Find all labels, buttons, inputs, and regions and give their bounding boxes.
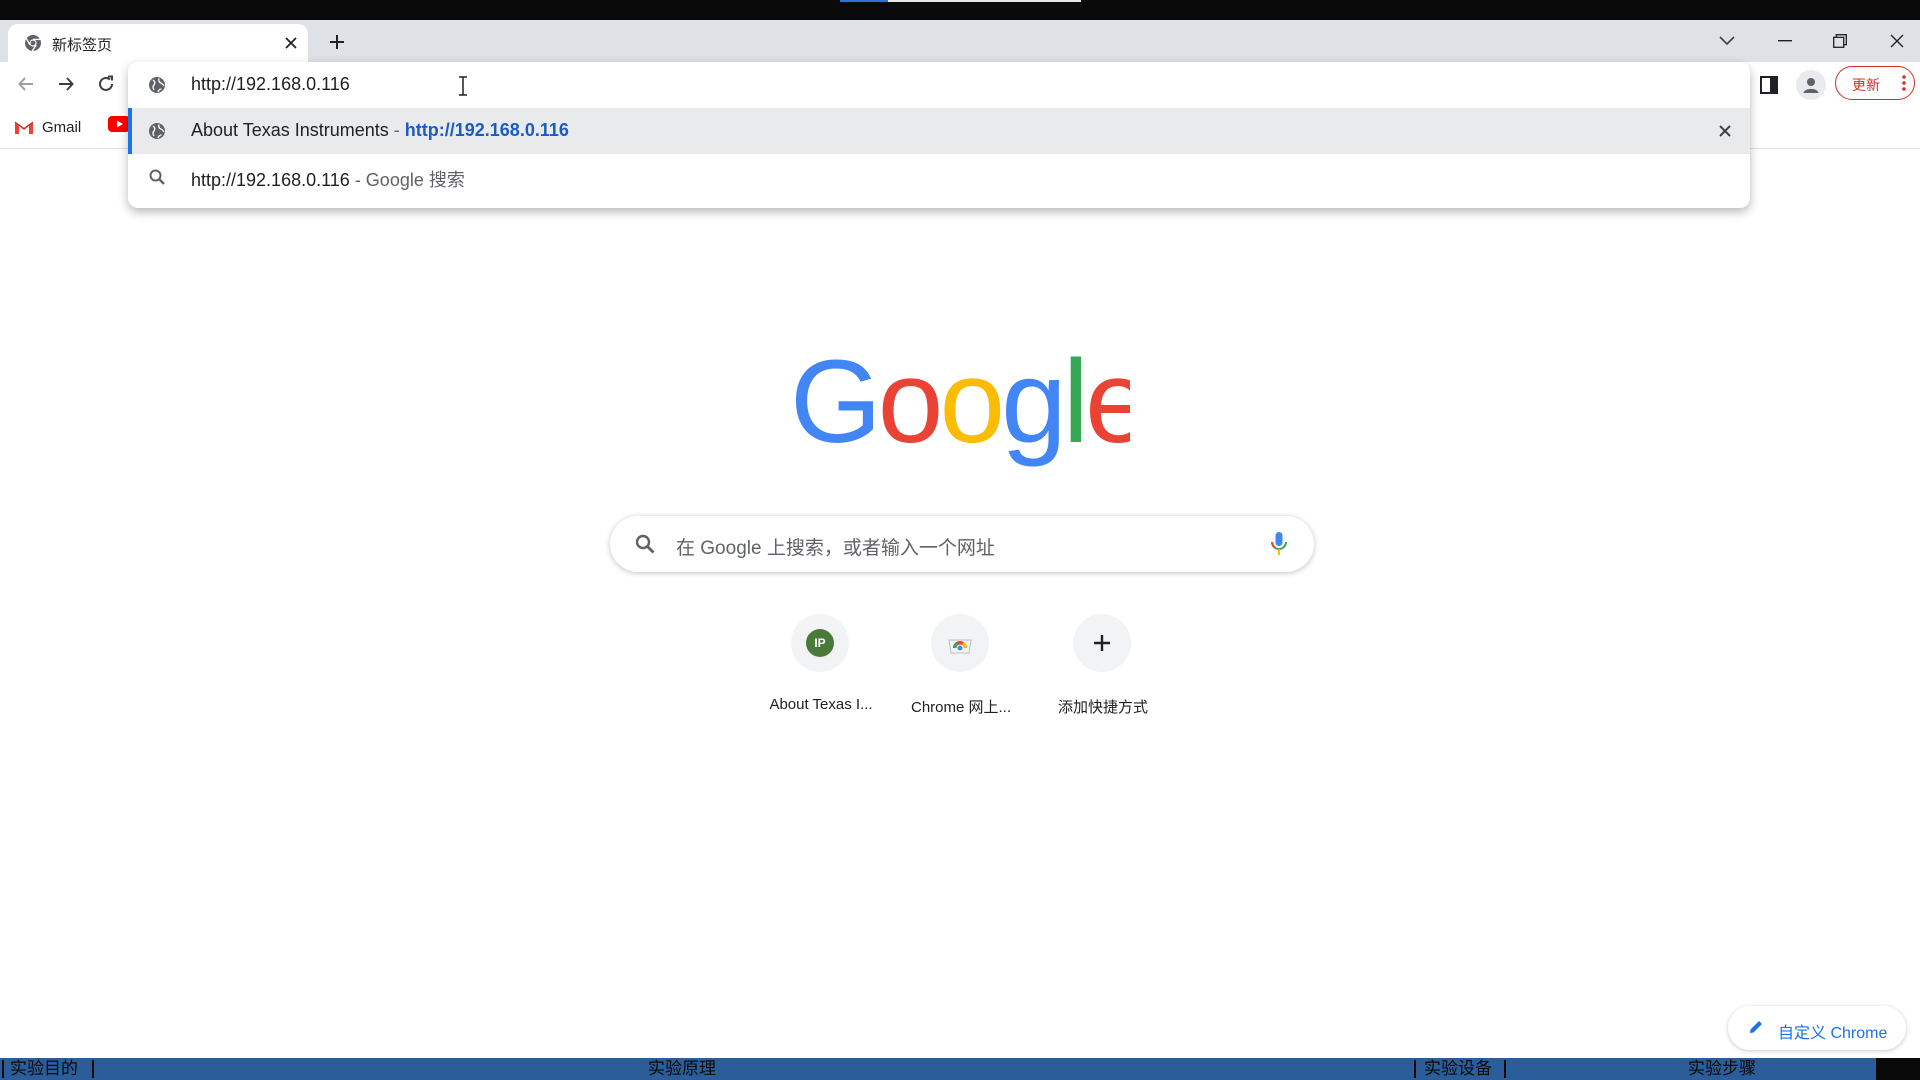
bookmark-gmail[interactable]: Gmail (14, 114, 81, 140)
side-panel-icon[interactable] (1756, 72, 1782, 98)
omnibox-suggestion-search[interactable]: http://192.168.0.116 - Google 搜索 (128, 154, 1750, 200)
omnibox-suggestion-history[interactable]: About Texas Instruments - http://192.168… (128, 108, 1750, 154)
top-strip-highlight (840, 0, 888, 2)
ip-badge-icon: IP (806, 629, 834, 657)
window-close-button[interactable] (1882, 26, 1912, 56)
taskbar-divider (1504, 1060, 1506, 1078)
top-strip-segment (888, 0, 1081, 2)
search-icon (634, 533, 656, 555)
customize-label: 自定义 Chrome (1778, 1025, 1888, 1042)
add-shortcut-tile[interactable]: 添加快捷方式 (1030, 614, 1176, 724)
update-button[interactable]: 更新 (1835, 66, 1915, 100)
chrome-web-store-icon (947, 632, 973, 654)
taskbar-divider (1414, 1060, 1416, 1078)
window-restore-button[interactable] (1825, 26, 1855, 56)
suggestion-title: About Texas Instruments (191, 120, 389, 140)
omnibox-value: http://192.168.0.116 (191, 74, 350, 94)
update-label: 更新 (1852, 77, 1880, 93)
tab-close-icon[interactable] (280, 32, 302, 54)
suggestion-query: http://192.168.0.116 (191, 170, 350, 190)
bookmark-label: Gmail (42, 118, 82, 136)
shortcut-label: About Texas I... (769, 696, 873, 713)
search-placeholder: 在 Google 上搜索，或者输入一个网址 (676, 538, 995, 559)
remove-suggestion-icon[interactable] (1714, 120, 1736, 142)
selected-indicator (128, 108, 132, 154)
kebab-menu-icon[interactable] (1902, 74, 1906, 92)
shortcut-label: Chrome 网上... (910, 699, 1012, 716)
back-button[interactable] (12, 70, 40, 98)
tab-new-tab[interactable]: 新标签页 (8, 24, 308, 62)
window-minimize-button[interactable] (1770, 26, 1800, 56)
suggestion-separator: - (388, 120, 405, 140)
gmail-icon (14, 119, 34, 135)
omnibox-input[interactable]: http://192.168.0.116 (128, 62, 1750, 108)
new-tab-button[interactable] (324, 29, 350, 55)
taskbar-item[interactable]: 实验原理 (648, 1060, 716, 1078)
youtube-icon[interactable] (108, 116, 130, 136)
taskbar-item[interactable]: 实验步骤 (1688, 1060, 1756, 1078)
google-logo: Google (790, 346, 1130, 472)
taskbar-item[interactable]: 实验目的 (10, 1060, 78, 1078)
reload-button[interactable] (92, 70, 120, 98)
shortcut-tile-about-texas[interactable]: IP About Texas I... (748, 614, 894, 724)
text-cursor-icon (458, 76, 468, 96)
bottom-taskbar: 实验目的 实验原理 实验设备 实验步骤 (0, 1058, 1920, 1080)
shortcut-icon-circle (931, 614, 989, 672)
taskbar-divider (2, 1060, 4, 1078)
suggestion-text: About Texas Instruments - http://192.168… (191, 120, 569, 141)
profile-avatar-icon[interactable] (1796, 70, 1826, 100)
globe-icon (148, 122, 166, 140)
shortcut-tile-chrome-web-store[interactable]: Chrome 网上... (888, 614, 1034, 724)
tab-strip: 新标签页 (0, 20, 1920, 62)
shortcut-icon-circle (1073, 614, 1131, 672)
customize-chrome-button[interactable]: 自定义 Chrome (1728, 1006, 1906, 1050)
search-icon (148, 168, 166, 186)
shortcut-label: 添加快捷方式 (1057, 699, 1148, 716)
suggestion-text: http://192.168.0.116 - Google 搜索 (191, 166, 465, 192)
omnibox-dropdown: http://192.168.0.116 About Texas Instrum… (128, 62, 1750, 208)
shortcut-icon-circle: IP (791, 614, 849, 672)
svg-text:Google: Google (790, 346, 1130, 468)
taskbar-divider (92, 1060, 94, 1078)
microphone-icon[interactable] (1270, 531, 1288, 557)
chrome-favicon-icon (24, 34, 42, 52)
pencil-icon (1748, 1019, 1764, 1035)
suggestion-url: http://192.168.0.116 (404, 120, 569, 140)
top-black-strip (0, 0, 1920, 20)
tab-search-chevron-icon[interactable] (1714, 28, 1740, 54)
taskbar-item[interactable]: 实验设备 (1424, 1060, 1492, 1078)
taskbar-end-block (1876, 1058, 1920, 1080)
suggestion-suffix: - Google 搜索 (349, 170, 465, 190)
forward-button[interactable] (52, 70, 80, 98)
plus-icon (1092, 633, 1112, 653)
globe-icon (148, 76, 166, 94)
tab-title: 新标签页 (52, 37, 113, 54)
ntp-search-box[interactable]: 在 Google 上搜索，或者输入一个网址 (610, 516, 1314, 572)
